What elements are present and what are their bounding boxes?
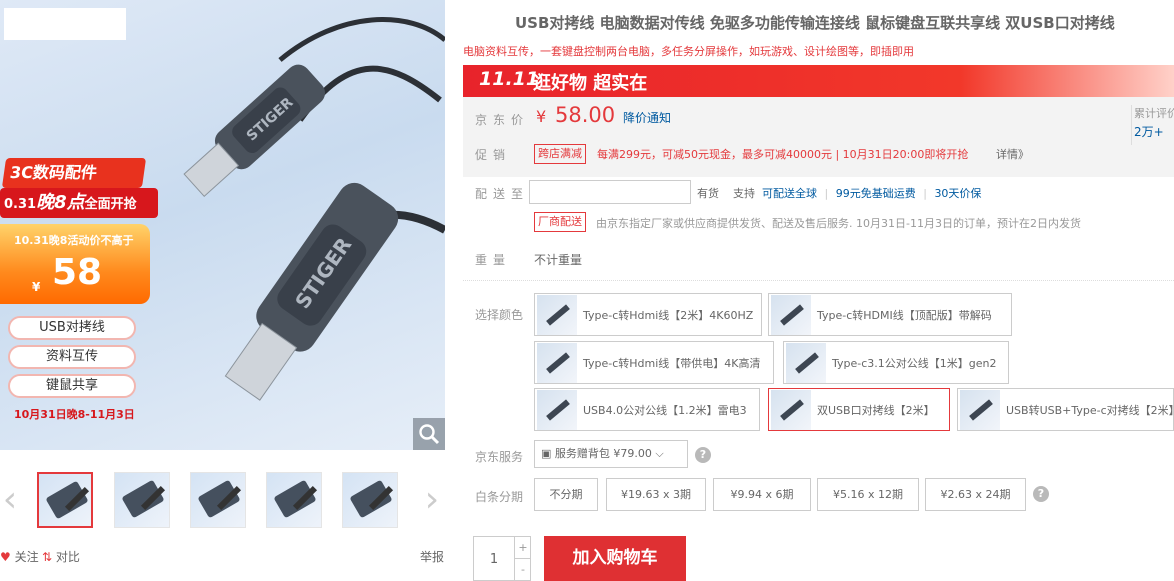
compare-icon: ⇅ [42, 550, 53, 564]
report-link[interactable]: 举报 [420, 548, 444, 565]
support-price-protect-link[interactable]: 30天价保 [934, 187, 981, 200]
installment-label: 白条分期 [475, 490, 524, 504]
promotion-tag: 跨店满减 [534, 144, 586, 164]
promo-date: 10月31日晚8-11月3日 [14, 408, 135, 421]
section-divider [463, 280, 1174, 281]
heart-icon: ♥ [0, 550, 11, 564]
thumbnail-2[interactable] [114, 472, 170, 528]
feature-pill: 键鼠共享 [8, 374, 136, 398]
price-box: 京东价 ¥ 58.00 降价通知 累计评价 2万+ 促销 跨店满减 每满299元… [463, 97, 1174, 177]
color-option[interactable]: Type-c转Hdmi线【带供电】4K高清 [534, 341, 774, 384]
quantity-increase-button[interactable]: + [514, 537, 531, 559]
zoom-button[interactable] [413, 418, 445, 450]
activity-price-card: 10.31晚8活动价不高于 ¥ 58 [0, 224, 150, 304]
banner-slogan: 逛好物 超实在 [533, 73, 648, 94]
stock-info: 有货 支持 可配送全球 | 99元免基础运费 | 30天价保 [697, 187, 982, 200]
quantity-stepper: 1 + - [473, 536, 531, 581]
activity-price-caption: 10.31晚8活动价不高于 [14, 234, 134, 247]
promotion-label: 促销 [475, 148, 512, 162]
delivery-label: 配送至 [475, 187, 530, 201]
installment-option[interactable]: 不分期 [534, 478, 598, 511]
help-icon[interactable]: ? [1033, 486, 1049, 502]
support-global-link[interactable]: 可配送全球 [762, 187, 817, 200]
color-option[interactable]: Type-c3.1公对公线【1米】gen2 [783, 341, 1009, 384]
image-tools: ♥ 关注 ⇅ 对比 举报 [0, 548, 445, 568]
product-title: USB对拷线 电脑数据对传线 免驱多功能传输连接线 鼠标键盘互联共享线 双USB… [515, 14, 1115, 32]
service-selector[interactable]: ▣ 服务赠背包 ¥79.00 ⌵ [534, 440, 688, 468]
vendor-delivery-tag: 厂商配送 [534, 212, 586, 232]
usb-cable-illustration: STIGER STIGER [183, 17, 445, 401]
stock-status: 有货 [697, 187, 719, 200]
double11-banner: 11.11 逛好物 超实在 [463, 65, 1174, 97]
magnifier-icon [419, 424, 440, 445]
thumbnail-3[interactable] [190, 472, 246, 528]
installment-option[interactable]: ¥19.63 x 3期 [606, 478, 706, 511]
help-icon[interactable]: ? [695, 447, 711, 463]
support-freeship-link[interactable]: 99元免基础运费 [836, 187, 916, 200]
product-subtitle: 电脑资料互传，一套键盘控制两台电脑，多任务分屏操作，如玩游戏、设计绘图等，即插即… [463, 45, 914, 58]
quantity-decrease-button[interactable]: - [514, 559, 531, 581]
color-option-selected[interactable]: 双USB口对拷线【2米】 [768, 388, 950, 431]
color-label: 选择颜色 [475, 308, 524, 322]
thumb-prev-button[interactable]: ‹ [0, 480, 20, 520]
color-option[interactable]: Type-c转HDMI线【顶配版】带解码 [768, 293, 1012, 336]
delivery-address-selector[interactable] [529, 180, 691, 204]
feature-pill: 资料互传 [8, 345, 136, 369]
thumbnail-strip: ‹ › [0, 460, 445, 540]
chevron-right-icon: › [424, 479, 440, 520]
color-option[interactable]: USB4.0公对公线【1.2米】雷电3 [534, 388, 760, 431]
chevron-down-icon: ⌵ [655, 447, 664, 460]
price-label: 京东价 [475, 113, 530, 127]
activity-price-value: 58 [52, 252, 103, 293]
vendor-delivery-text: 由京东指定厂家或供应商提供发货、配送及售后服务. 10月31日-11月3日的订单… [596, 217, 1081, 230]
price-value: 58.00 [555, 103, 616, 127]
compare-link[interactable]: ⇅ 对比 [42, 548, 80, 565]
promotion-text: 每满299元，可减50元现金，最多可减40000元 | 10月31日20:00即… [597, 148, 969, 161]
color-option[interactable]: USB转USB+Type-c对拷线【2米】 [957, 388, 1174, 431]
add-to-cart-button[interactable]: 加入购物车 [544, 536, 686, 581]
promo-time: 0.31晚8点全面开抢 [0, 188, 158, 218]
color-option[interactable]: Type-c转Hdmi线【2米】4K60HZ [534, 293, 762, 336]
review-count: 2万+ [1134, 125, 1164, 139]
thumbnail-4[interactable] [266, 472, 322, 528]
cumulative-reviews[interactable]: 累计评价 2万+ [1131, 105, 1174, 145]
thumbnail-1[interactable] [37, 472, 93, 528]
quantity-input[interactable]: 1 [474, 537, 514, 581]
price-currency: ¥ [536, 107, 547, 126]
weight-value: 不计重量 [534, 253, 583, 267]
main-product-image[interactable]: STIGER STIGER 3C数码配件11.11 0.31晚8点全面开抢 10… [0, 0, 445, 450]
service-label: 京东服务 [475, 450, 524, 464]
promotion-details-link[interactable]: 详情》 [996, 146, 1029, 162]
installment-option[interactable]: ¥9.94 x 6期 [713, 478, 811, 511]
installment-option[interactable]: ¥5.16 x 12期 [817, 478, 919, 511]
double11-logo: 11.11 [479, 68, 540, 90]
gift-icon: ▣ [541, 447, 552, 460]
feature-pill: USB对拷线 [8, 316, 136, 340]
activity-price-currency: ¥ [32, 280, 41, 294]
product-info-panel: USB对拷线 电脑数据对传线 免驱多功能传输连接线 鼠标键盘互联共享线 双USB… [463, 0, 1174, 581]
thumbnail-5[interactable] [342, 472, 398, 528]
image-watermark-box [4, 8, 126, 40]
promo-headline: 3C数码配件11.11 [1, 158, 147, 212]
follow-link[interactable]: ♥ 关注 [0, 548, 39, 565]
chevron-left-icon: ‹ [2, 479, 18, 520]
thumb-next-button[interactable]: › [422, 480, 442, 520]
weight-label: 重量 [475, 253, 512, 267]
price-drop-notify-link[interactable]: 降价通知 [623, 109, 671, 126]
installment-option[interactable]: ¥2.63 x 24期 [925, 478, 1026, 511]
